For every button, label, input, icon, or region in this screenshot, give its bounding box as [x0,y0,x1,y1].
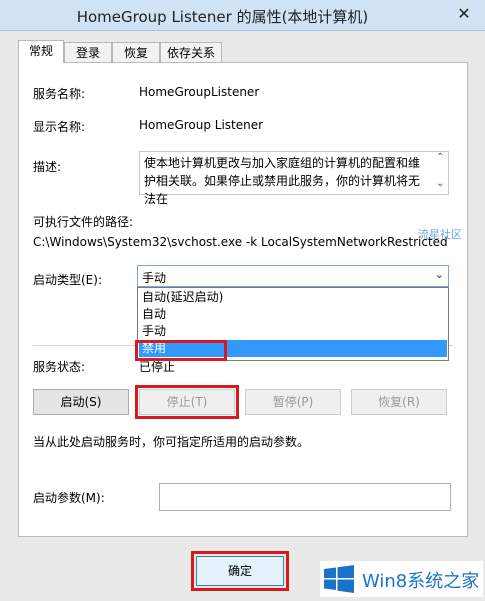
chevron-down-icon[interactable]: ⌄ [435,268,444,281]
scroll-up-icon[interactable]: ⌃ [436,152,444,163]
service-name-value: HomeGroupListener [139,85,260,99]
option-manual[interactable]: 手动 [139,323,447,340]
window-title: HomeGroup Listener 的属性(本地计算机) [76,8,369,26]
option-auto-delayed[interactable]: 自动(延迟启动) [139,289,447,306]
highlight-stop-button [135,385,239,419]
tab-logon[interactable]: 登录 [64,42,112,62]
start-params-input[interactable] [159,483,451,511]
startup-type-label: 启动类型(E): [33,273,102,287]
service-name-label: 服务名称: [33,87,86,101]
startup-type-value: 手动 [142,271,167,285]
description-box[interactable]: 使本地计算机更改与加入家庭组的计算机的配置和维护相关联。如果停止或禁用此服务，你… [139,151,449,206]
description-text: 使本地计算机更改与加入家庭组的计算机的配置和维护相关联。如果停止或禁用此服务，你… [144,156,421,206]
resume-button[interactable]: 恢复(R) [351,389,447,415]
windows-logo-icon [324,565,354,593]
highlight-disabled-option [135,340,227,361]
tab-general[interactable]: 常规 [18,40,64,63]
description-scrollbar[interactable]: ⌃ ⌄ [434,152,448,194]
site-branding: Win8系统之家 [320,561,483,597]
description-label: 描述: [33,160,62,174]
start-params-hint: 当从此处启动服务时，你可指定所适用的启动参数。 [33,435,310,449]
display-name-value: HomeGroup Listener [139,118,264,132]
service-status-label: 服务状态: [33,360,86,374]
general-panel: 服务名称: HomeGroupListener 显示名称: HomeGroup … [18,62,468,537]
close-icon[interactable]: ✕ [453,4,475,24]
highlight-ok-button [191,551,289,591]
display-name-label: 显示名称: [33,120,86,134]
startup-type-select[interactable]: 手动 ⌄ [137,265,449,287]
watermark-text: 流星社区 [418,228,462,241]
tab-dependencies[interactable]: 依存关系 [160,42,222,62]
exe-path-label: 可执行文件的路径: [33,215,134,229]
start-params-label: 启动参数(M): [33,491,105,505]
tab-recovery[interactable]: 恢复 [112,42,160,62]
start-button[interactable]: 启动(S) [33,389,129,415]
scroll-down-icon[interactable]: ⌄ [436,178,444,189]
pause-button[interactable]: 暂停(P) [245,389,341,415]
branding-text: Win8系统之家 [362,571,480,592]
option-auto[interactable]: 自动 [139,306,447,323]
exe-path-value: C:\Windows\System32\svchost.exe -k Local… [33,235,448,249]
title-bar: HomeGroup Listener 的属性(本地计算机) ✕ [0,0,485,31]
